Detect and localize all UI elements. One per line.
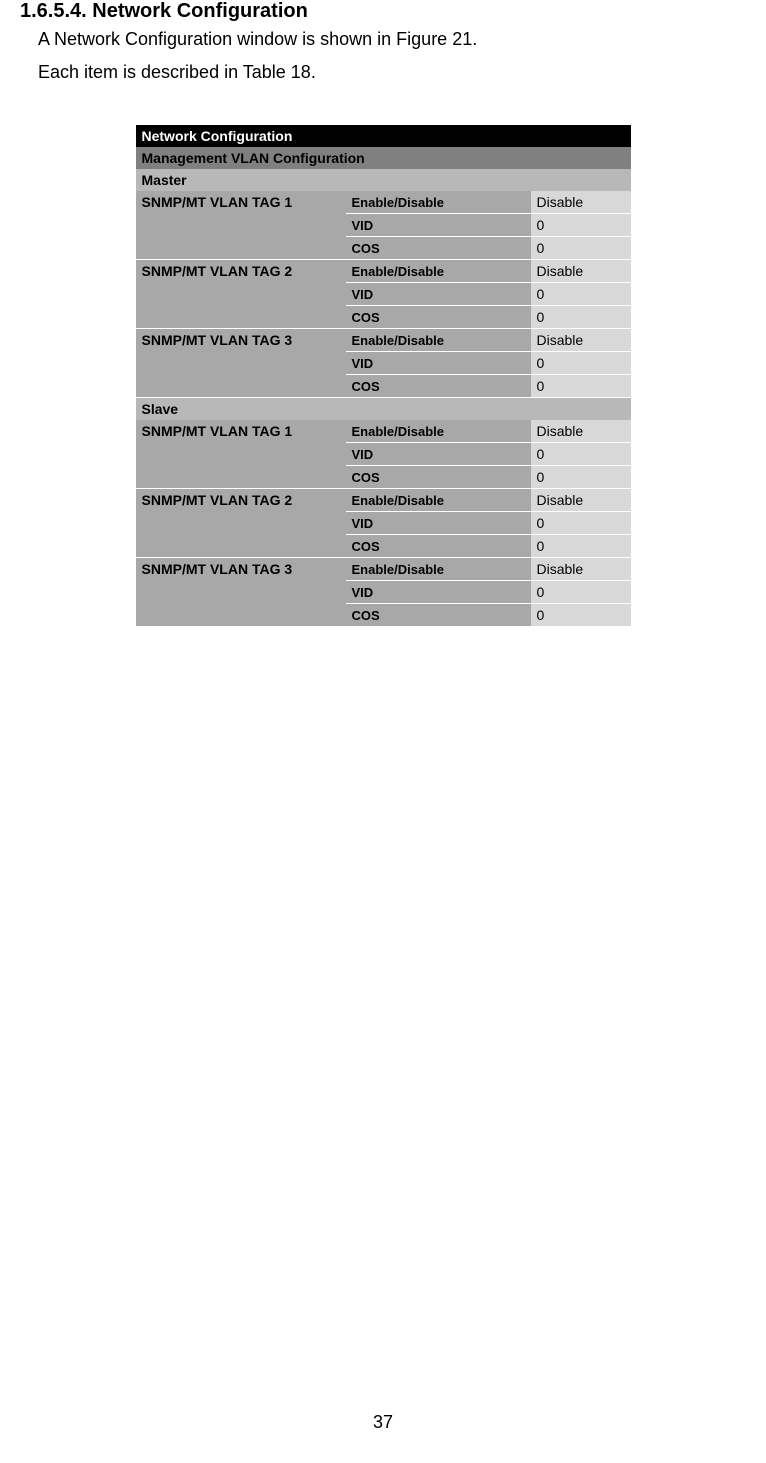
param-value: 0: [531, 512, 631, 535]
param-label: COS: [346, 375, 531, 398]
param-value: 0: [531, 306, 631, 329]
param-value: 0: [531, 283, 631, 306]
param-value: Disable: [531, 489, 631, 512]
paragraph-1: A Network Configuration window is shown …: [38, 27, 746, 52]
tag-label: SNMP/MT VLAN TAG 2: [136, 260, 346, 329]
section-row: Slave: [136, 398, 631, 421]
figure-network-config: Network Configuration Management VLAN Co…: [136, 125, 631, 627]
param-value: 0: [531, 604, 631, 627]
param-label: Enable/Disable: [346, 191, 531, 214]
table-row: SNMP/MT VLAN TAG 3 Enable/Disable Disabl…: [136, 558, 631, 581]
param-label: Enable/Disable: [346, 329, 531, 352]
table-subtitle: Management VLAN Configuration: [136, 147, 631, 169]
table-title-row: Network Configuration: [136, 125, 631, 147]
param-label: VID: [346, 581, 531, 604]
tag-label: SNMP/MT VLAN TAG 2: [136, 489, 346, 558]
param-value: Disable: [531, 329, 631, 352]
table-row: SNMP/MT VLAN TAG 1 Enable/Disable Disabl…: [136, 191, 631, 214]
param-label: COS: [346, 306, 531, 329]
table-title: Network Configuration: [136, 125, 631, 147]
section-name: Master: [136, 169, 631, 191]
param-value: Disable: [531, 260, 631, 283]
param-label: VID: [346, 283, 531, 306]
section-row: Master: [136, 169, 631, 191]
table-row: SNMP/MT VLAN TAG 2 Enable/Disable Disabl…: [136, 260, 631, 283]
param-label: Enable/Disable: [346, 420, 531, 443]
param-value: Disable: [531, 420, 631, 443]
param-label: COS: [346, 604, 531, 627]
param-value: 0: [531, 466, 631, 489]
param-label: Enable/Disable: [346, 489, 531, 512]
table-subtitle-row: Management VLAN Configuration: [136, 147, 631, 169]
param-value: 0: [531, 237, 631, 260]
param-value: 0: [531, 375, 631, 398]
tag-label: SNMP/MT VLAN TAG 3: [136, 329, 346, 398]
param-value: 0: [531, 443, 631, 466]
param-label: VID: [346, 512, 531, 535]
param-label: VID: [346, 352, 531, 375]
param-label: Enable/Disable: [346, 558, 531, 581]
section-heading: 1.6.5.4. Network Configuration: [20, 0, 746, 23]
param-label: COS: [346, 535, 531, 558]
page-number: 37: [0, 1412, 766, 1433]
tag-label: SNMP/MT VLAN TAG 1: [136, 191, 346, 260]
param-value: Disable: [531, 191, 631, 214]
paragraph-2: Each item is described in Table 18.: [38, 60, 746, 85]
param-value: 0: [531, 214, 631, 237]
param-value: 0: [531, 535, 631, 558]
param-label: COS: [346, 466, 531, 489]
section-name: Slave: [136, 398, 631, 421]
tag-label: SNMP/MT VLAN TAG 3: [136, 558, 346, 627]
param-label: Enable/Disable: [346, 260, 531, 283]
param-label: VID: [346, 214, 531, 237]
param-label: VID: [346, 443, 531, 466]
param-value: 0: [531, 352, 631, 375]
param-label: COS: [346, 237, 531, 260]
param-value: Disable: [531, 558, 631, 581]
tag-label: SNMP/MT VLAN TAG 1: [136, 420, 346, 489]
config-table: Network Configuration Management VLAN Co…: [136, 125, 631, 627]
table-row: SNMP/MT VLAN TAG 2 Enable/Disable Disabl…: [136, 489, 631, 512]
table-row: SNMP/MT VLAN TAG 1 Enable/Disable Disabl…: [136, 420, 631, 443]
param-value: 0: [531, 581, 631, 604]
table-row: SNMP/MT VLAN TAG 3 Enable/Disable Disabl…: [136, 329, 631, 352]
